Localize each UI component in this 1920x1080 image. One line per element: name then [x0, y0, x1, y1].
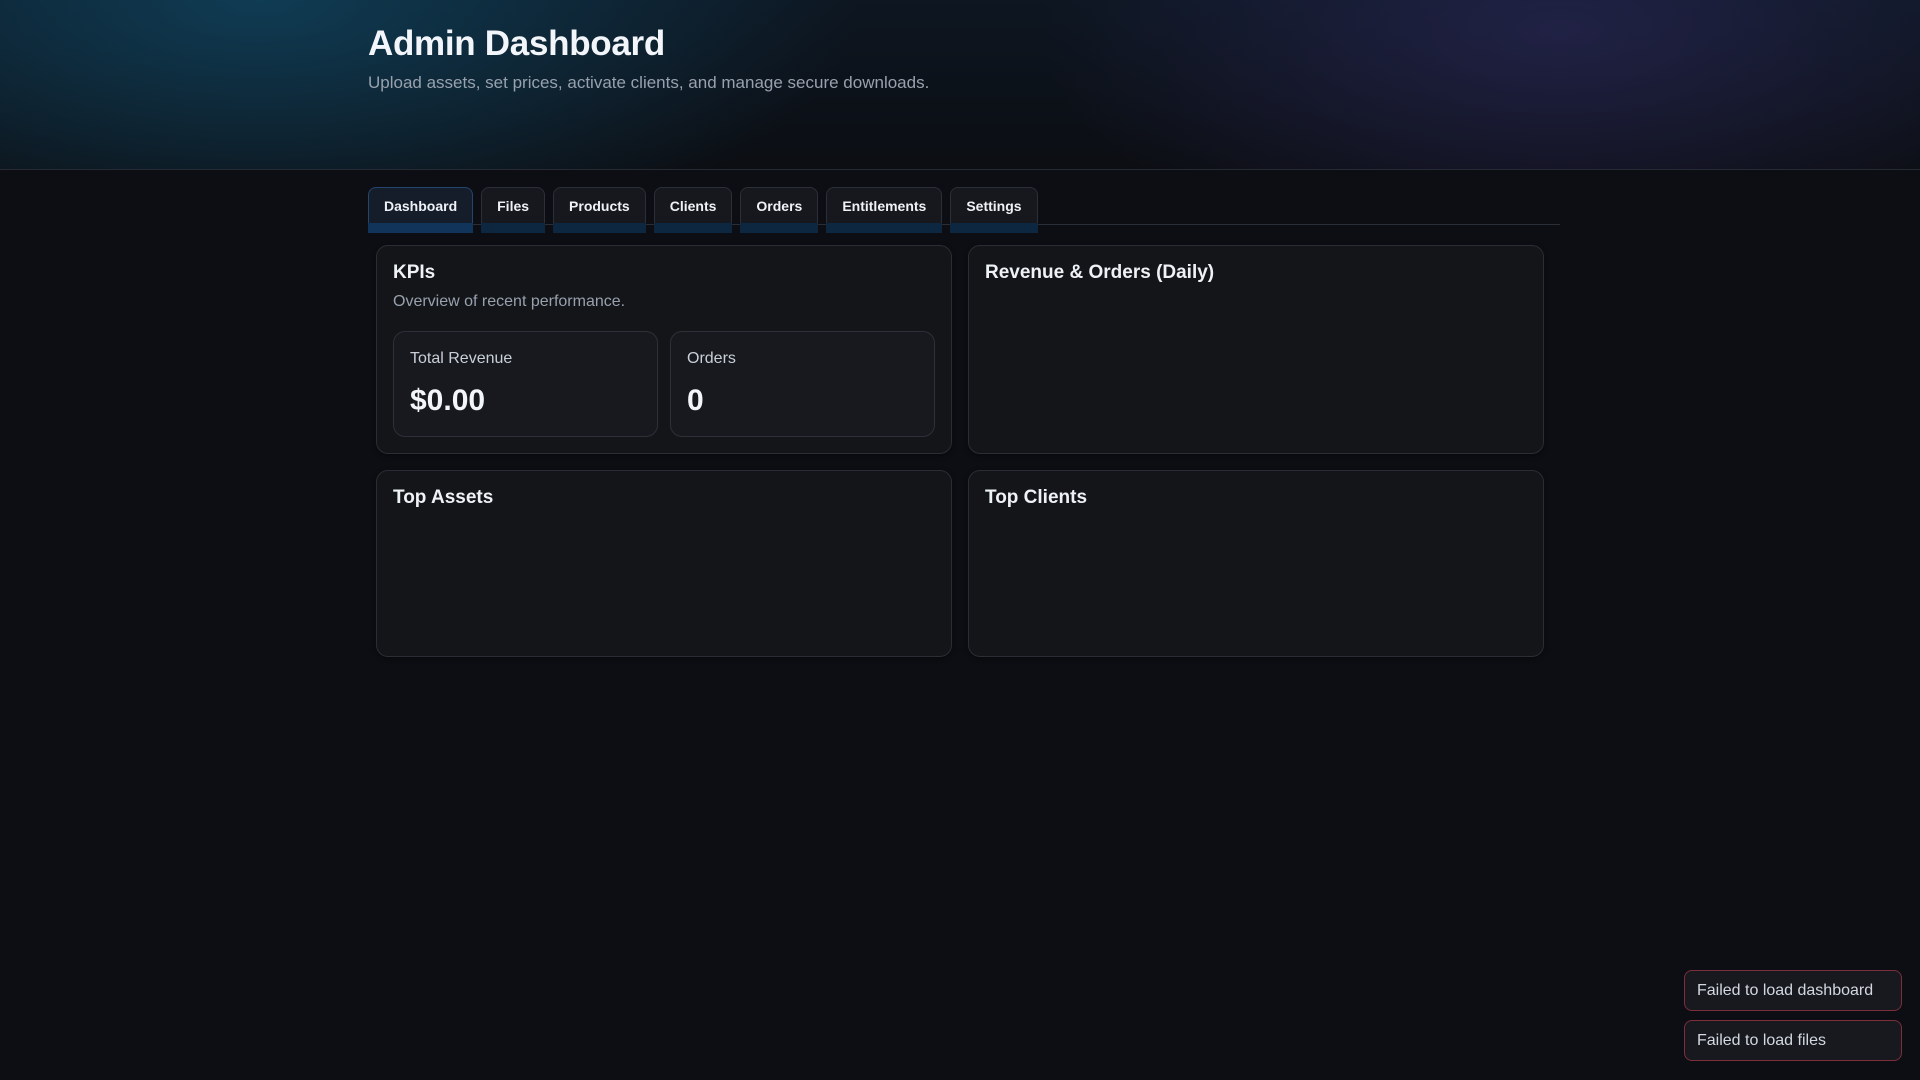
- page-title: Admin Dashboard: [368, 24, 665, 63]
- tab-settings[interactable]: Settings: [950, 187, 1038, 233]
- total-revenue-label: Total Revenue: [410, 350, 513, 367]
- top-clients-title: Top Clients: [985, 487, 1088, 508]
- tab-entitlements[interactable]: Entitlements: [826, 187, 943, 233]
- error-toast-files[interactable]: Failed to load files: [1684, 1020, 1902, 1061]
- kpis-subtitle: Overview of recent performance.: [393, 293, 626, 310]
- top-assets-card: Top Assets: [376, 470, 952, 657]
- kpis-card: KPIs Overview of recent performance. Tot…: [376, 245, 952, 454]
- tab-clients[interactable]: Clients: [653, 187, 733, 233]
- revenue-orders-chart-title: Revenue & Orders (Daily): [985, 262, 1215, 283]
- total-revenue-value: $0.00: [410, 384, 486, 417]
- kpis-title: KPIs: [393, 262, 436, 283]
- revenue-orders-chart-card: Revenue & Orders (Daily): [968, 245, 1544, 454]
- tab-products[interactable]: Products: [553, 187, 646, 233]
- page-subtitle: Upload assets, set prices, activate clie…: [368, 73, 930, 92]
- tab-orders[interactable]: Orders: [740, 187, 819, 233]
- orders-label: Orders: [687, 350, 736, 367]
- top-clients-card: Top Clients: [968, 470, 1544, 657]
- error-toast-dashboard[interactable]: Failed to load dashboard: [1684, 970, 1902, 1011]
- tab-files[interactable]: Files: [481, 187, 546, 233]
- top-assets-title: Top Assets: [393, 487, 494, 508]
- tab-bar: Dashboard Files Products Clients Orders …: [368, 187, 1560, 233]
- orders-value: 0: [687, 384, 704, 417]
- tab-dashboard[interactable]: Dashboard: [368, 187, 474, 233]
- orders-kpi: Orders 0: [670, 331, 935, 437]
- page-header: Admin Dashboard Upload assets, set price…: [0, 0, 1920, 170]
- total-revenue-kpi: Total Revenue $0.00: [393, 331, 658, 437]
